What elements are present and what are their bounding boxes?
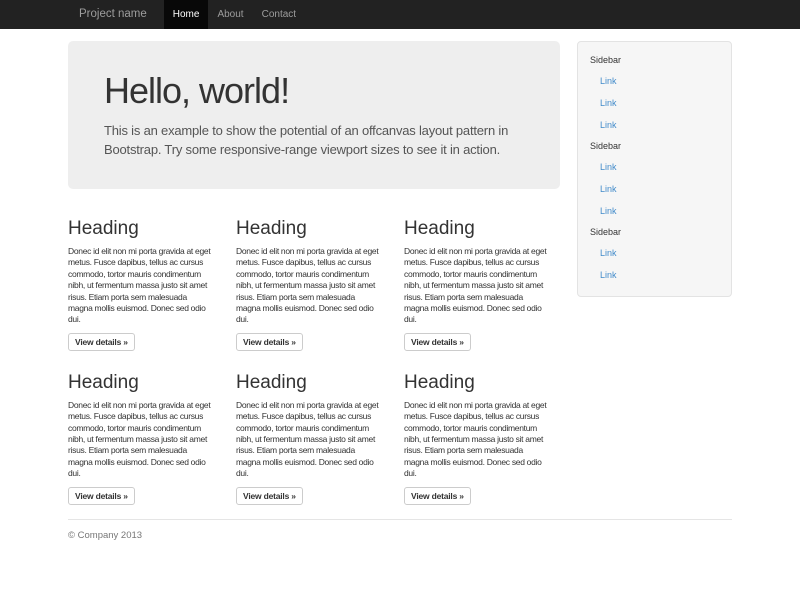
sidebar-link[interactable]: Link — [578, 114, 731, 136]
nav-item: About — [208, 0, 252, 29]
page-title: Hello, world! — [104, 71, 524, 111]
navbar: Project name Home About Contact — [0, 0, 800, 29]
card-heading: Heading — [68, 372, 219, 393]
card-heading: Heading — [236, 372, 387, 393]
copyright-text: © Company 2013 — [68, 530, 732, 541]
sidebar-group: Sidebar Link Link Link — [578, 50, 731, 136]
card-heading: Heading — [404, 218, 555, 239]
sidebar-group-title: Sidebar — [578, 222, 731, 242]
sidebar-link[interactable]: Link — [578, 156, 731, 178]
card-body: Donec id elit non mi porta gravida at eg… — [68, 246, 219, 326]
jumbotron: Hello, world! This is an example to show… — [68, 41, 560, 189]
sidebar-group: Sidebar Link Link Link — [578, 136, 731, 222]
sidebar-link[interactable]: Link — [578, 92, 731, 114]
page-container: Hello, world! This is an example to show… — [68, 29, 732, 541]
navbar-brand[interactable]: Project name — [68, 0, 158, 29]
card-body: Donec id elit non mi porta gravida at eg… — [236, 246, 387, 326]
nav-item-contact[interactable]: Contact — [253, 0, 305, 29]
sidebar-group-title: Sidebar — [578, 136, 731, 156]
sidebar-group: Sidebar Link Link — [578, 222, 731, 286]
sidebar-link[interactable]: Link — [578, 70, 731, 92]
view-details-button[interactable]: View details » — [68, 333, 135, 351]
nav-item: Home — [164, 0, 209, 29]
view-details-button[interactable]: View details » — [404, 333, 471, 351]
navbar-menu: Home About Contact — [164, 0, 305, 29]
card-body: Donec id elit non mi porta gravida at eg… — [236, 400, 387, 480]
sidebar-group-title: Sidebar — [578, 50, 731, 70]
card-body: Donec id elit non mi porta gravida at eg… — [404, 246, 555, 326]
content-row: Hello, world! This is an example to show… — [68, 29, 732, 505]
nav-item-home[interactable]: Home — [164, 0, 209, 29]
content-card: Heading Donec id elit non mi porta gravi… — [236, 351, 387, 505]
nav-item-about[interactable]: About — [208, 0, 252, 29]
main-content: Hello, world! This is an example to show… — [68, 29, 560, 505]
view-details-button[interactable]: View details » — [236, 487, 303, 505]
jumbotron-description: This is an example to show the potential… — [104, 121, 524, 159]
card-heading: Heading — [68, 218, 219, 239]
card-heading: Heading — [236, 218, 387, 239]
card-heading: Heading — [404, 372, 555, 393]
sidebar-link[interactable]: Link — [578, 200, 731, 222]
navbar-inner: Project name Home About Contact — [68, 0, 732, 29]
view-details-button[interactable]: View details » — [404, 487, 471, 505]
content-card: Heading Donec id elit non mi porta gravi… — [404, 351, 555, 505]
content-card: Heading Donec id elit non mi porta gravi… — [68, 197, 219, 351]
sidebar-link[interactable]: Link — [578, 242, 731, 264]
content-card: Heading Donec id elit non mi porta gravi… — [404, 197, 555, 351]
sidebar: Sidebar Link Link Link Sidebar Link Link… — [577, 41, 732, 297]
footer: © Company 2013 — [68, 519, 732, 541]
sidebar-link[interactable]: Link — [578, 264, 731, 286]
view-details-button[interactable]: View details » — [236, 333, 303, 351]
card-body: Donec id elit non mi porta gravida at eg… — [68, 400, 219, 480]
nav-item: Contact — [253, 0, 305, 29]
content-card: Heading Donec id elit non mi porta gravi… — [68, 351, 219, 505]
cards-row-2: Heading Donec id elit non mi porta gravi… — [68, 351, 560, 505]
sidebar-link[interactable]: Link — [578, 178, 731, 200]
view-details-button[interactable]: View details » — [68, 487, 135, 505]
content-card: Heading Donec id elit non mi porta gravi… — [236, 197, 387, 351]
cards-row-1: Heading Donec id elit non mi porta gravi… — [68, 197, 560, 351]
card-body: Donec id elit non mi porta gravida at eg… — [404, 400, 555, 480]
